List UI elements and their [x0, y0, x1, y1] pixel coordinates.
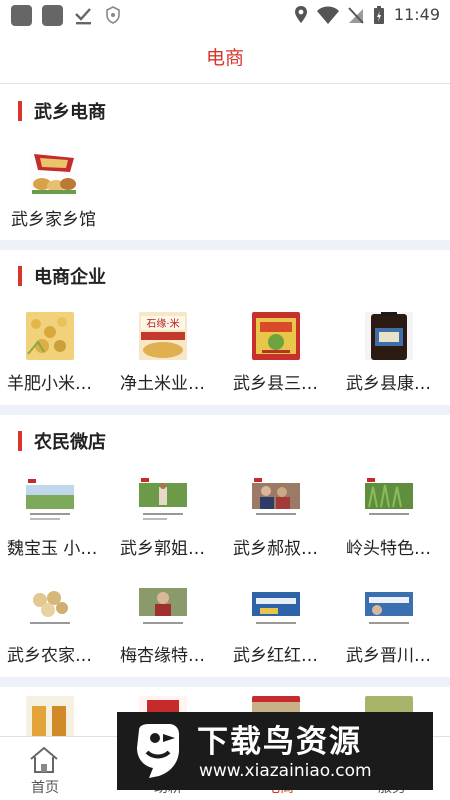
microshop-label: 武乡晋川…	[346, 646, 431, 666]
section-accent-bar	[18, 101, 22, 121]
microshop-thumbnail	[252, 477, 300, 525]
rice-brand-text: 石缘·米	[146, 317, 179, 330]
notification-app-icon	[11, 5, 32, 26]
section-divider	[0, 677, 450, 687]
microshop-thumbnail	[26, 477, 74, 525]
microshop-thumbnail	[365, 477, 413, 525]
company-thumbnail	[26, 312, 74, 360]
battery-charging-icon	[374, 6, 384, 24]
microshop-label: 梅杏缘特…	[120, 646, 205, 666]
watermark-url: www.xiazainiao.com	[199, 761, 372, 781]
company-label: 净土米业…	[120, 374, 205, 394]
home-icon	[30, 746, 58, 773]
section-title: 电商企业	[34, 267, 106, 288]
company-label: 羊肥小米…	[7, 374, 92, 394]
microshop-thumbnail	[139, 584, 187, 632]
partial-thumbnail	[26, 696, 74, 736]
microshop-label: 武乡红红…	[233, 646, 318, 666]
microshop-label: 魏宝玉 小…	[7, 539, 98, 559]
shop-thumbnail	[30, 148, 78, 196]
status-time: 11:49	[393, 5, 440, 24]
microshop-thumbnail	[365, 584, 413, 632]
company-thumbnail	[252, 312, 300, 360]
microshop-label: 武乡郝叔…	[233, 539, 318, 559]
watermark-title: 下载鸟资源	[197, 724, 362, 760]
company-label: 武乡县三…	[233, 374, 318, 394]
microshop-label: 武乡郭姐…	[120, 539, 205, 559]
status-bar: 11:49	[0, 0, 450, 32]
section-title: 农民微店	[34, 432, 106, 453]
download-done-icon	[75, 8, 91, 25]
section-header-farmer-microshops: 农民微店	[0, 426, 450, 456]
section-divider	[0, 405, 450, 415]
section-accent-bar	[18, 266, 22, 286]
shop-label: 武乡家乡馆	[11, 210, 96, 230]
microshop-thumbnail	[26, 584, 74, 632]
shield-icon	[106, 6, 120, 24]
tab-home[interactable]: 首页	[0, 737, 112, 800]
section-title: 武乡电商	[34, 102, 106, 123]
tab-label: 首页	[31, 780, 59, 796]
section-divider	[0, 240, 450, 250]
content-scroll[interactable]: 武乡电商 武乡家乡馆 电商企业 羊肥小米… 石缘·米 净土米业… 武乡县三… 武…	[0, 84, 450, 736]
microshop-thumbnail	[252, 584, 300, 632]
company-thumbnail	[365, 312, 413, 360]
location-icon	[295, 6, 307, 23]
section-accent-bar	[18, 431, 22, 451]
microshop-label: 武乡农家…	[7, 646, 92, 666]
company-thumbnail: 石缘·米	[139, 312, 187, 360]
no-signal-icon	[348, 7, 364, 24]
company-label: 武乡县康…	[346, 374, 431, 394]
watermark-banner: 下载鸟资源 www.xiazainiao.com	[117, 712, 433, 790]
page-title: 电商	[205, 47, 244, 69]
wifi-icon	[317, 6, 339, 24]
microshop-thumbnail	[139, 477, 187, 525]
app-header: 电商	[0, 32, 450, 84]
section-header-wuxiang-ecommerce: 武乡电商	[0, 96, 450, 126]
microshop-label: 岭头特色…	[346, 539, 431, 559]
bird-logo-icon	[137, 724, 179, 778]
notification-app-icon	[42, 5, 63, 26]
section-header-ecommerce-companies: 电商企业	[0, 261, 450, 291]
